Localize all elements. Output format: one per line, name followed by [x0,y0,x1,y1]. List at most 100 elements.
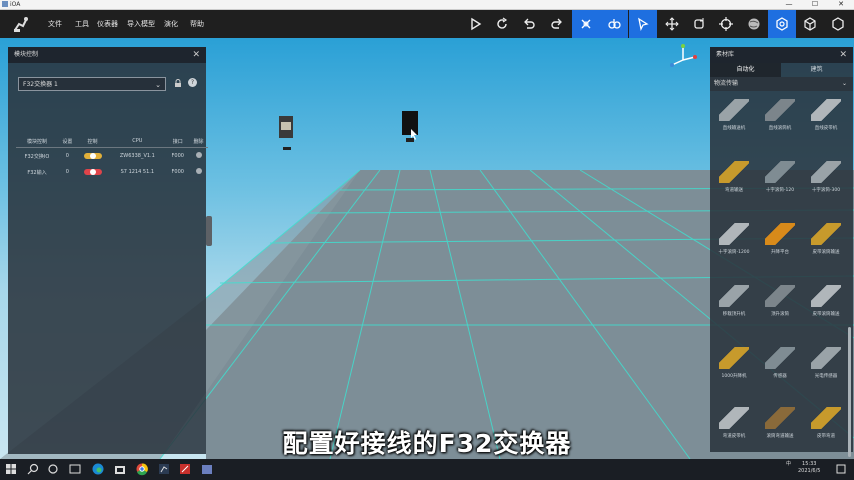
asset-item[interactable]: 皮带滚筒输送 [806,285,846,317]
notification-icon[interactable] [834,462,848,476]
f32-device-left[interactable] [279,116,293,150]
undo-icon [524,18,535,29]
clock-date: 2021/6/5 [798,468,821,474]
task-view-icon[interactable] [46,462,60,476]
asset-thumbnail [811,99,841,121]
asset-item[interactable]: 皮带滚筒输送 [806,223,846,255]
delete-icon[interactable] [195,168,202,174]
module-name: F32交换IO [24,153,50,160]
asset-item[interactable]: 传感器 [760,347,800,379]
asset-item[interactable]: 移栽顶升机 [714,285,754,317]
play-button[interactable] [461,10,489,38]
tab-building[interactable]: 建筑 [781,63,852,77]
box-button[interactable] [824,10,852,38]
asset-item[interactable]: 直线滚筒机 [760,99,800,131]
delete-cell [189,164,208,180]
pointer-icon [638,17,649,31]
robot-button[interactable] [600,10,628,38]
asset-label: 皮带滚筒输送 [812,250,840,255]
delete-icon[interactable] [195,152,202,158]
category-header[interactable]: 物流传输 ⌄ [710,77,853,91]
panel-resize-handle[interactable] [206,216,212,246]
recorder-app-icon[interactable] [178,462,192,476]
cube-button[interactable] [796,10,824,38]
table-row[interactable]: F32交换IO 0 ZW6338_V1.1 F000 [16,148,208,165]
globe-icon [748,18,760,30]
asset-item[interactable]: 直线皮带机 [806,99,846,131]
asset-item[interactable]: 十字滚筒-300 [806,161,846,193]
menu-import-model[interactable]: 导入模型 [127,10,155,38]
asset-library-panel: 素材库 ✕ 自动化 建筑 物流传输 ⌄ 直线输送机 直线滚筒机 直线皮带机 弯道输送十… [710,47,853,457]
menu-evolve[interactable]: 演化 [164,10,178,38]
ime-indicator[interactable]: 中 [786,461,791,468]
table-row[interactable]: F32输入 0 S7 1214 51.1 F000 [16,164,208,180]
store-icon[interactable] [113,462,127,476]
asset-item[interactable]: 直线输送机 [714,99,754,131]
undo-button[interactable] [515,10,543,38]
module-name: F32输入 [27,169,47,176]
close-icon[interactable]: ✕ [839,47,847,63]
settings-icon [776,17,788,31]
refresh-icon [497,17,508,29]
control-toggle[interactable] [83,152,102,159]
asset-label: 直线皮带机 [814,126,838,131]
asset-label: 传感器 [773,374,787,379]
asset-item[interactable]: 升降平台 [760,223,800,255]
video-subtitle: 配置好接线的F32交换器 [282,429,572,458]
lock-icon[interactable] [174,79,182,87]
asset-label: 十字滚筒-1200 [718,250,750,255]
minimize-button[interactable]: — [776,0,802,9]
asset-item[interactable]: 十字滚筒-1200 [714,223,754,255]
asset-item[interactable]: 光电传感器 [806,347,846,379]
robot-icon [608,19,621,29]
taskbar: 中 15:33 2021/6/5 [0,459,854,480]
ioa-app-icon[interactable] [157,462,171,476]
asset-item[interactable]: 1000升降机 [714,347,754,379]
tab-automation[interactable]: 自动化 [710,63,781,77]
play-icon [471,17,482,31]
rotate-button[interactable] [685,10,713,38]
redo-button[interactable] [543,10,571,38]
close-icon[interactable]: ✕ [192,47,200,63]
select-region-button[interactable] [572,10,600,38]
asset-item[interactable]: 顶升滚筒 [760,285,800,317]
menu-tools[interactable]: 工具 [75,10,89,38]
delete-cell [189,148,208,165]
device-select[interactable]: F32交换器 1 ⌄ [18,77,166,91]
col-header: 控制 [76,135,109,148]
redo-icon [551,18,562,29]
box-icon [832,17,844,31]
asset-label: 十字滚筒-300 [811,188,841,193]
f32-device-center[interactable] [402,111,418,142]
move-button[interactable] [658,10,686,38]
asset-label: 光电传感器 [814,374,838,379]
search-icon[interactable] [26,462,40,476]
task-switch-icon[interactable] [68,462,82,476]
asset-item[interactable]: 弯道输送 [714,161,754,193]
menu-instruments[interactable]: 仪表器 [97,10,118,38]
video-app-icon[interactable] [200,462,214,476]
module-table: 模块控制 设置 控制 CPU 接口 删除 F32交换IO 0 ZW6338_V1… [16,135,208,180]
globe-button[interactable] [740,10,768,38]
target-button[interactable] [712,10,740,38]
chrome-icon[interactable] [135,462,149,476]
windows-start-icon[interactable] [4,462,18,476]
close-button[interactable]: ✕ [828,0,854,9]
help-icon[interactable]: ? [188,78,197,87]
pointer-button[interactable] [629,10,657,38]
control-toggle[interactable] [83,168,102,175]
module-port: F000 [171,153,184,159]
clock[interactable]: 15:33 2021/6/5 [798,461,820,475]
refresh-button[interactable] [488,10,516,38]
panel-title: 模块控制 [14,51,39,58]
category-label: 物流传输 [714,80,739,87]
menu-file[interactable]: 文件 [48,10,62,38]
menu-help[interactable]: 帮助 [190,10,204,38]
asset-item[interactable]: 十字滚筒-120 [760,161,800,193]
edge-browser-icon[interactable] [91,462,105,476]
chevron-down-icon: ⌄ [155,81,161,89]
panel-header: 素材库 ✕ [710,47,853,63]
maximize-button[interactable]: ☐ [802,0,828,9]
chevron-down-icon: ⌄ [841,80,847,87]
settings-button[interactable] [768,10,796,38]
